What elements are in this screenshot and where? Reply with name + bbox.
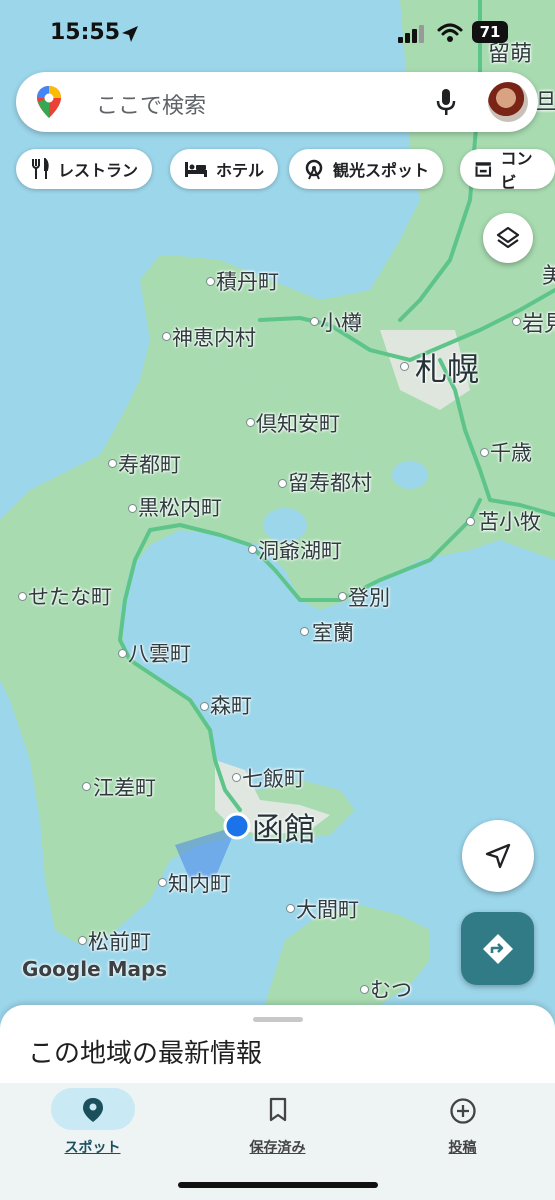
search-bar[interactable]: ここで検索 <box>16 72 538 132</box>
place-matsumae[interactable]: 松前町 <box>88 926 151 956</box>
place-chitose[interactable]: 千歳 <box>490 437 532 467</box>
layers-button[interactable] <box>483 213 533 263</box>
location-arrow-icon <box>122 26 138 42</box>
place-dot <box>200 702 209 711</box>
place-shakotan[interactable]: 積丹町 <box>216 266 279 296</box>
battery-icon: 71 <box>472 21 508 43</box>
place-dot <box>286 904 295 913</box>
place-dot <box>78 936 87 945</box>
sheet-title: この地域の最新情報 <box>28 1039 263 1069</box>
place-noboribetsu[interactable]: 登別 <box>348 582 390 612</box>
chip-sightseeing[interactable]: 観光スポット <box>289 149 444 189</box>
place-edge-2[interactable]: 美 <box>542 258 555 290</box>
place-rusutsu[interactable]: 留寿都村 <box>288 467 372 497</box>
fork-knife-icon <box>32 158 49 179</box>
directions-icon <box>482 933 513 964</box>
place-dot <box>278 479 287 488</box>
place-otaru[interactable]: 小樽 <box>320 307 362 337</box>
chip-label: レストラン <box>58 161 139 180</box>
place-dot <box>480 448 489 457</box>
chip-convenience[interactable]: コンビ <box>460 149 555 192</box>
avatar[interactable] <box>488 82 528 122</box>
place-dot <box>232 773 241 782</box>
pin-icon <box>82 1098 103 1122</box>
store-icon <box>475 162 492 177</box>
place-tomakomai[interactable]: 苫小牧 <box>478 506 541 536</box>
place-nanae[interactable]: 七飯町 <box>242 763 305 793</box>
my-location-button[interactable] <box>462 820 534 892</box>
ferris-wheel-icon <box>305 159 323 180</box>
chip-label: ホテル <box>216 161 265 180</box>
battery-level: 71 <box>479 23 501 41</box>
place-dot <box>246 418 255 427</box>
place-dot <box>248 545 257 554</box>
place-kutchan[interactable]: 倶知安町 <box>256 408 340 438</box>
nav-label: 投稿 <box>448 1140 477 1156</box>
place-dot <box>466 517 475 526</box>
add-circle-icon <box>449 1098 476 1124</box>
wifi-icon <box>437 23 463 42</box>
bed-icon <box>185 162 207 177</box>
place-setana[interactable]: せたな町 <box>28 581 112 611</box>
place-dot <box>310 317 319 326</box>
nav-explore[interactable]: スポット <box>0 1083 185 1163</box>
place-dot <box>128 504 137 513</box>
bookmark-icon <box>269 1097 286 1122</box>
place-dot <box>162 332 171 341</box>
place-esashi[interactable]: 江差町 <box>93 772 156 802</box>
google-maps-attribution: Google Maps <box>22 957 168 981</box>
place-muroran[interactable]: 室蘭 <box>312 617 354 647</box>
chip-label: コンビ <box>500 149 533 192</box>
place-dot <box>108 459 117 468</box>
place-dot <box>338 592 347 601</box>
place-toyako[interactable]: 洞爺湖町 <box>258 535 342 565</box>
chip-label: 観光スポット <box>333 161 430 180</box>
home-indicator <box>178 1182 378 1188</box>
place-shiriuchi[interactable]: 知内町 <box>168 868 231 898</box>
nav-label: スポット <box>64 1140 121 1156</box>
sheet-drag-handle[interactable] <box>253 1017 303 1022</box>
place-dot <box>118 649 127 658</box>
place-kamoenai[interactable]: 神恵内村 <box>172 322 256 352</box>
place-hakodate[interactable]: 函館 <box>252 804 316 850</box>
microphone-icon[interactable] <box>436 88 456 116</box>
place-dot <box>158 878 167 887</box>
chip-hotel[interactable]: ホテル <box>170 149 279 189</box>
place-suttsu[interactable]: 寿都町 <box>118 449 181 479</box>
search-input[interactable]: ここで検索 <box>96 88 206 120</box>
place-edge-1[interactable]: 旦 <box>535 84 555 116</box>
place-dot <box>360 985 369 994</box>
place-dot <box>300 627 309 636</box>
cellular-signal-icon <box>398 25 424 43</box>
place-dot <box>400 362 409 371</box>
place-sapporo[interactable]: 札幌 <box>415 344 479 390</box>
place-dot <box>512 317 521 326</box>
chip-restaurant[interactable]: レストラン <box>16 149 153 189</box>
navigation-arrow-icon <box>485 843 511 869</box>
place-dot <box>18 592 27 601</box>
place-mori[interactable]: 森町 <box>210 690 252 720</box>
status-bar: 15:55 71 <box>0 0 555 64</box>
place-edge-3[interactable]: 岩見 <box>522 306 555 338</box>
nav-label: 保存済み <box>249 1140 306 1156</box>
place-mutsu[interactable]: むつ <box>370 974 412 1004</box>
clock: 15:55 <box>50 20 121 45</box>
layers-icon <box>496 226 520 249</box>
place-oma[interactable]: 大間町 <box>296 894 359 924</box>
nav-saved[interactable]: 保存済み <box>185 1083 370 1163</box>
place-kuromatsunai[interactable]: 黒松内町 <box>138 492 222 522</box>
place-dot <box>206 277 215 286</box>
place-yakumo[interactable]: 八雲町 <box>128 638 191 668</box>
directions-button[interactable] <box>461 912 534 985</box>
current-location-dot <box>223 812 251 840</box>
nav-contribute[interactable]: 投稿 <box>370 1083 555 1163</box>
google-maps-pin-icon <box>37 86 61 118</box>
place-dot <box>82 782 91 791</box>
